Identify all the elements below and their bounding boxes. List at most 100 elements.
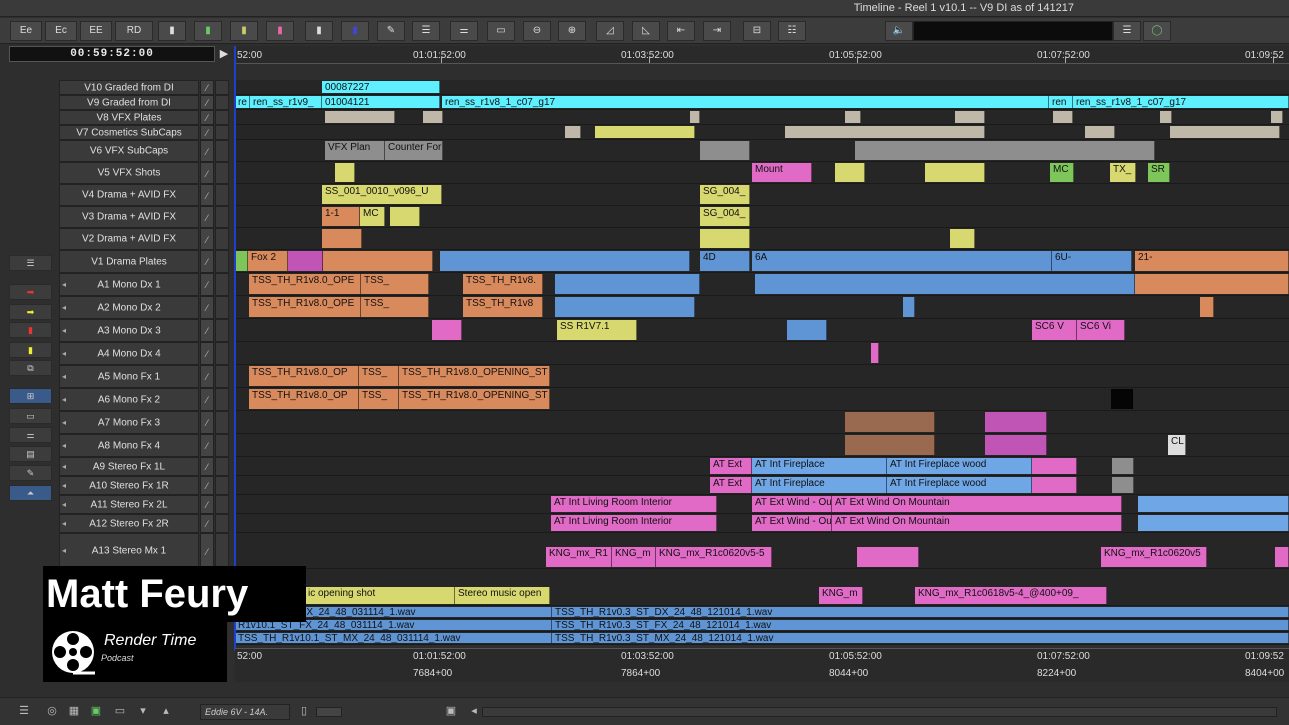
clip[interactable]: AT Ext Wind - Ou [752,496,832,512]
track-edit-icon[interactable]: ⁄ [200,125,214,140]
clip[interactable]: AT Ext Wind On Mountain [832,496,1122,512]
lane-a2[interactable]: TSS_TH_R1v8.0_OPE TSS_ TSS_TH_R1v8 [235,296,1289,319]
mixer-icon[interactable]: ⚌ [450,21,478,41]
clip[interactable]: SS R1V7.1 [557,320,637,340]
audio-monitor-icon[interactable]: ◂ [62,462,70,471]
clip[interactable] [322,229,362,248]
clip[interactable] [1271,111,1283,123]
clip[interactable]: SC6 V [1032,320,1077,340]
clip[interactable] [700,229,750,248]
audio-monitor-icon[interactable]: ◂ [62,519,70,528]
toolbar-button-EE[interactable]: EE [80,21,112,41]
clip[interactable]: TSS_ [359,366,399,386]
clip[interactable]: TSS_ [361,274,429,294]
clip[interactable] [950,229,975,248]
marker-white2-icon[interactable]: ▮ [305,21,333,41]
lane-v4[interactable]: SS_001_0010_v096_U SG_004_ [235,184,1289,206]
track-edit-icon[interactable]: ⁄ [200,95,214,110]
lane-v9[interactable]: re ren_ss_r1v9_ 01004121 ren_ss_r1v8_1_c… [235,95,1289,110]
track-edit-icon[interactable]: ⁄ [200,533,214,569]
lane-v5[interactable]: Mount MC TX_ SR [235,162,1289,184]
clip[interactable] [985,412,1047,432]
clip[interactable] [1112,477,1134,493]
audio-monitor-icon[interactable]: ◂ [62,481,70,490]
horizontal-scrollbar[interactable] [482,707,1277,717]
track-lock-toggle[interactable] [215,476,229,495]
track-header[interactable]: A2 Mono Dx 2 [59,296,199,319]
audio-monitor-icon[interactable]: ◂ [62,326,70,335]
view-toggle-icon[interactable]: ⊞ [9,388,52,404]
clip[interactable]: KNG_m [819,587,863,604]
clip[interactable]: TSS_TH_R1v0.3_ST_MX_24_48_121014_1.wav [552,633,1289,643]
clip[interactable]: AT Ext Wind On Mountain [832,515,1122,531]
clip[interactable]: AT Int Fireplace [752,477,887,493]
clip[interactable] [555,297,695,317]
clip[interactable] [785,126,985,138]
audio-monitor-icon[interactable]: ◂ [62,418,70,427]
clip[interactable]: 1-1 [322,207,360,226]
track-header[interactable]: A13 Stereo Mx 1 [59,533,199,569]
clip[interactable] [595,126,695,138]
speaker-icon[interactable]: 🔈 [885,21,913,41]
marker-blue-icon[interactable]: ▮ [341,21,369,41]
lane-a13[interactable]: KNG_mx_R1 KNG_m KNG_mx_R1c0620v5-5 KNG_m… [235,533,1289,569]
clip[interactable]: re [235,96,250,108]
clip[interactable]: AT Int Fireplace wood [887,477,1032,493]
lane-v8[interactable] [235,110,1289,125]
clip[interactable]: VFX Plan [325,141,385,160]
clip[interactable]: TSS_TH_R1v0.3_ST_FX_24_48_121014_1.wav [552,620,1289,630]
segment-icon[interactable]: ☰ [412,21,440,41]
track-header[interactable]: V7 Cosmetics SubCaps [59,125,199,140]
lane-a15[interactable]: R1v10.1_ST_DX_24_48_031114_1.wav TSS_TH_… [235,606,1289,619]
audio-monitor-icon[interactable]: ◂ [62,372,70,381]
fit-icon[interactable]: ▣ [443,703,459,719]
clip[interactable]: KNG_m [612,547,656,567]
clip[interactable] [1275,547,1289,567]
lane-a6[interactable]: TSS_TH_R1v8.0_OP TSS_ TSS_TH_R1v8.0_OPEN… [235,388,1289,411]
clip[interactable]: KNG_mx_R1c0618v5-4_@400+09_ [915,587,1107,604]
toolbar-button-ee[interactable]: Ee [10,21,42,41]
clip[interactable]: KNG_mx_R1c0620v5-5 [656,547,772,567]
list-icon[interactable]: ☰ [9,255,52,271]
track-edit-icon[interactable]: ⁄ [200,140,214,162]
clip[interactable]: TSS_TH_R1v8.0_OPENING_ST [399,366,550,386]
clip[interactable] [1111,389,1133,409]
trim-right-icon[interactable]: ◺ [632,21,660,41]
audio-monitor-icon[interactable]: ◂ [62,349,70,358]
clip[interactable] [1138,515,1289,531]
clip[interactable]: AT Int Living Room Interior [551,496,717,512]
clip[interactable] [871,343,879,363]
track-edit-icon[interactable]: ⁄ [200,457,214,476]
clip[interactable]: MC [360,207,385,226]
track-lock-toggle[interactable] [215,411,229,434]
audio-monitor-icon[interactable]: ◂ [62,280,70,289]
track-edit-icon[interactable]: ⁄ [200,319,214,342]
lane-v1[interactable]: Fox 2 4D 6A 6U- 21- [235,250,1289,273]
track-header[interactable]: V10 Graded from DI [59,80,199,95]
track-edit-icon[interactable]: ⁄ [200,388,214,411]
track-header[interactable]: A10 Stereo Fx 1R [59,476,199,495]
clip[interactable]: AT Ext [710,458,752,474]
pen-icon[interactable]: ✎ [9,465,52,481]
track-lock-toggle[interactable] [215,495,229,514]
lane-a12[interactable]: AT Int Living Room Interior AT Ext Wind … [235,514,1289,533]
track-header[interactable]: V1 Drama Plates [59,250,199,273]
audio-monitor-icon[interactable]: ◂ [62,395,70,404]
lane-v3[interactable]: 1-1 MC SG_004_ [235,206,1289,228]
film-icon[interactable]: ▤ [9,446,52,462]
lane-a8[interactable]: CL [235,434,1289,457]
clip[interactable]: MC [1050,163,1074,182]
clip[interactable] [323,251,433,271]
play-icon[interactable]: ▶ [217,46,231,62]
lane-a1[interactable]: TSS_TH_R1v8.0_OPE TSS_ TSS_TH_R1v8. [235,273,1289,296]
clip[interactable]: KNG_mx_R1c0620v5 [1101,547,1207,567]
track-header[interactable]: V8 VFX Plates [59,110,199,125]
scroll-handle-icon[interactable]: ▯ [296,703,312,719]
display-icon[interactable]: ▦ [66,703,82,719]
clip[interactable] [1032,458,1077,474]
clip[interactable] [955,111,985,123]
clip[interactable]: AT Int Fireplace wood [887,458,1032,474]
clip[interactable]: Stereo music open [455,587,550,604]
track-lock-toggle[interactable] [215,95,229,110]
monitor-small-icon[interactable]: ▭ [9,408,52,424]
